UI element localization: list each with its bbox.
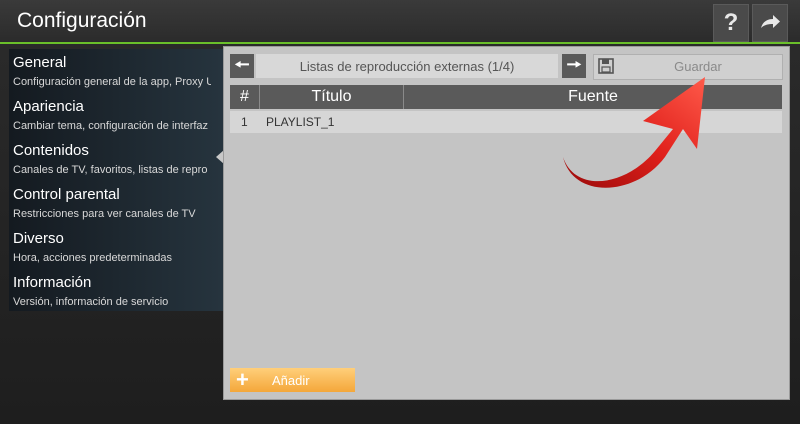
sidebar-item-informacion[interactable]: Información Versión, información de serv… [13,271,221,315]
sidebar-item-subtitle: Cambiar tema, configuración de interfaz [13,120,209,132]
sidebar-item-subtitle: Versión, información de servicio [13,296,169,308]
row-title: PLAYLIST_1 [266,115,335,129]
sidebar: General Configuración general de la app,… [9,49,223,311]
sidebar-item-subtitle: Canales de TV, favoritos, listas de repr… [13,164,208,176]
add-label: Añadir [272,373,310,388]
sidebar-item-subtitle: Configuración general de la app, Proxy U [13,76,211,88]
sidebar-item-title: Contenidos [13,142,89,159]
col-num: # [230,85,260,109]
sidebar-item-title: Diverso [13,230,64,247]
row-num: 1 [241,115,248,129]
arrow-left-icon: 🠔 [234,54,250,74]
sidebar-item-title: Apariencia [13,98,84,115]
plus-icon: + [236,367,249,392]
sidebar-item-control-parental[interactable]: Control parental Restricciones para ver … [13,183,221,227]
arrow-right-icon [761,15,780,28]
curved-red-arrow-icon [563,77,705,188]
sidebar-item-title: Control parental [13,186,120,203]
sidebar-item-general[interactable]: General Configuración general de la app,… [13,51,221,95]
prev-list-button[interactable]: 🠔 [230,54,254,78]
exit-button[interactable] [752,4,788,42]
sidebar-item-title: Información [13,274,92,291]
sidebar-item-title: General [13,54,67,71]
sidebar-item-contenidos[interactable]: Contenidos Canales de TV, favoritos, lis… [13,139,221,183]
sidebar-item-subtitle: Hora, acciones predeterminadas [13,252,172,264]
title-bar: Configuración ? [0,0,800,44]
add-button[interactable]: + Añadir [230,368,355,392]
list-title: Listas de reproducción externas (1/4) [256,54,558,78]
sidebar-item-apariencia[interactable]: Apariencia Cambiar tema, configuración d… [13,95,221,139]
app-title: Configuración [17,9,147,32]
sidebar-item-subtitle: Restricciones para ver canales de TV [13,208,196,220]
sidebar-item-diverso[interactable]: Diverso Hora, acciones predeterminadas [13,227,221,271]
help-button[interactable]: ? [713,4,749,42]
col-title: Título [260,85,404,109]
question-mark-icon: ? [723,9,739,36]
